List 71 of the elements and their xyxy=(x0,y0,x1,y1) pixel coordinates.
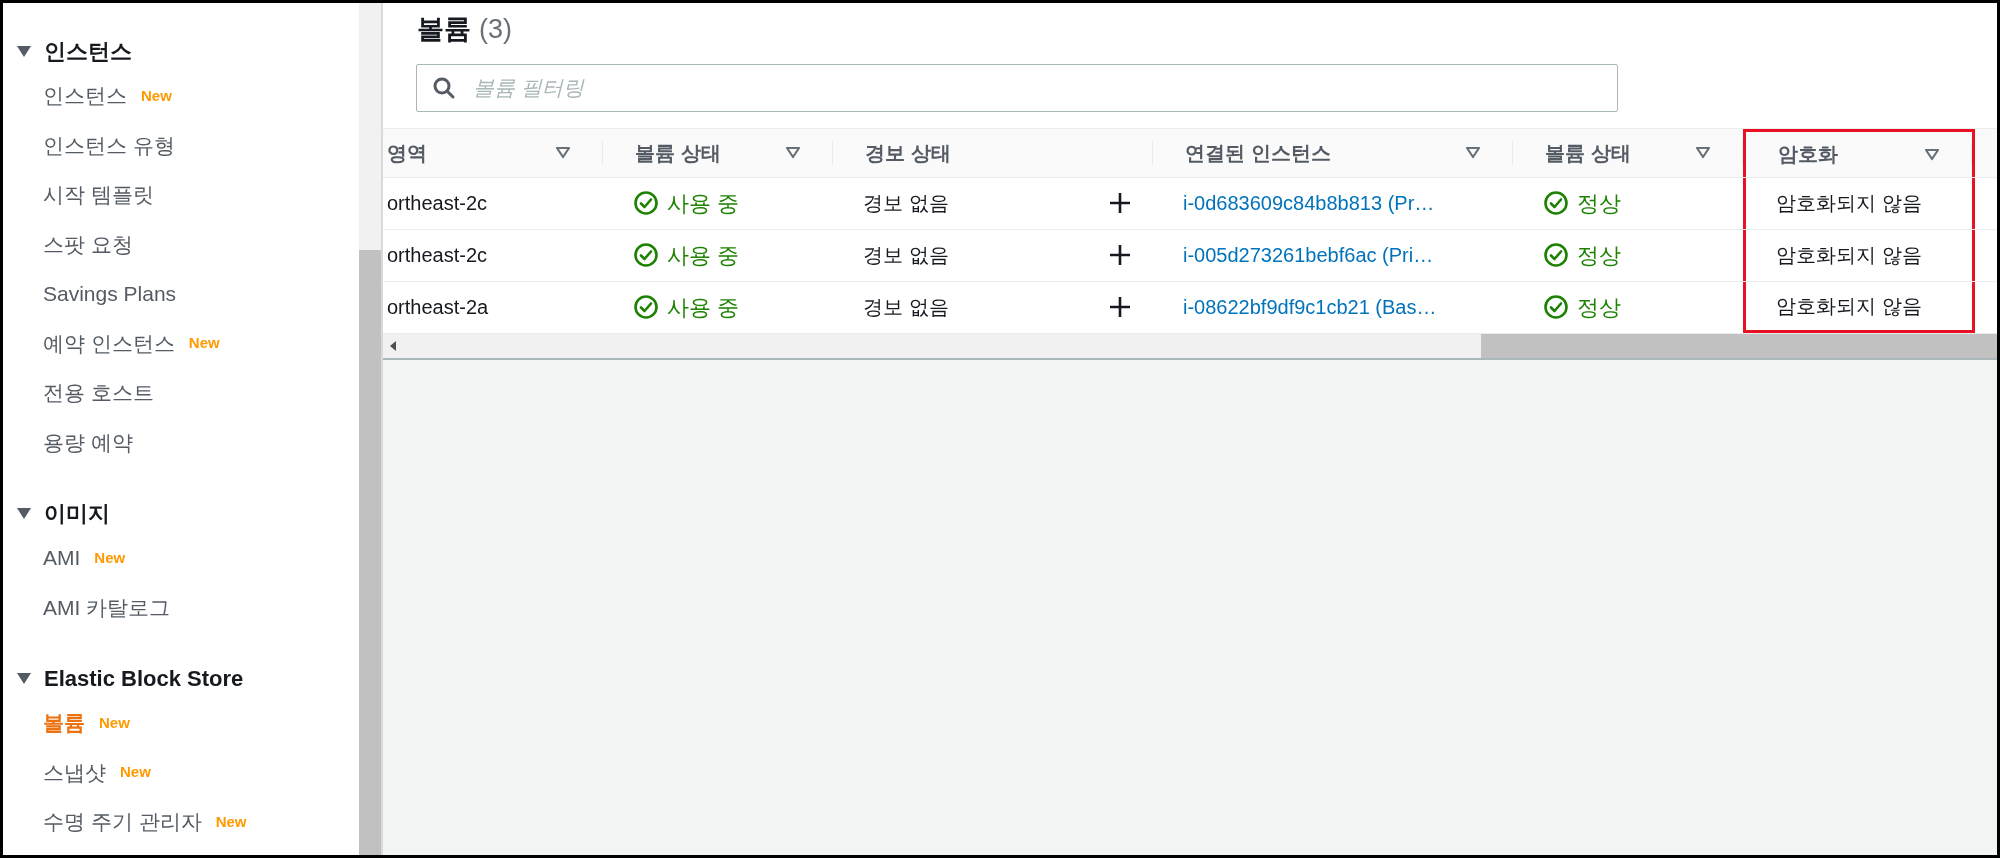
section-header[interactable]: 인스턴스 xyxy=(16,31,359,71)
search-field[interactable]: 볼륨 필터링 xyxy=(416,63,1618,112)
section-header[interactable]: 이미지 xyxy=(16,493,359,533)
search-icon xyxy=(432,75,456,100)
sort-icon[interactable] xyxy=(785,146,801,159)
sort-icon[interactable] xyxy=(555,146,571,159)
nav-item[interactable]: 수명 주기 관리자 New xyxy=(16,797,359,847)
sort-icon[interactable] xyxy=(1695,146,1711,159)
nav-item[interactable]: AMI 카탈로그 xyxy=(16,582,359,632)
plus-icon[interactable] xyxy=(1109,244,1131,266)
column-title: 볼륨 상태 xyxy=(635,140,721,166)
new-label: New xyxy=(99,712,130,733)
nav-item[interactable]: 예약 인스턴스 New xyxy=(16,318,359,368)
instance-link[interactable]: i-0d683609c84b8b813 (Pr… xyxy=(1183,192,1435,214)
sort-icon[interactable] xyxy=(1465,146,1481,159)
table-cell-text: 경보 없음 xyxy=(863,191,949,216)
column-title: 경보 상태 xyxy=(865,140,951,166)
item-count: (3) xyxy=(479,13,512,46)
new-label: New xyxy=(120,762,151,782)
table-cell: ortheast-2a xyxy=(387,296,489,318)
new-label: New xyxy=(94,547,126,568)
new-label: New xyxy=(141,85,172,106)
table-cell: ortheast-2c xyxy=(387,244,488,266)
check-circle-icon xyxy=(1543,190,1569,216)
check-circle-icon xyxy=(633,190,659,216)
plus-icon[interactable] xyxy=(1109,296,1131,318)
page-title: 볼륨 xyxy=(417,13,471,46)
status-text: 사용 중 xyxy=(667,241,740,270)
column-header[interactable]: 연결된 인스턴스 xyxy=(1153,128,1513,177)
nav-item[interactable]: AMI New xyxy=(16,533,359,583)
nav-item[interactable]: 인스턴스 유형 xyxy=(16,120,359,170)
scrollbar-thumb[interactable] xyxy=(359,250,381,855)
nav-item[interactable]: Savings Plans xyxy=(16,269,359,319)
check-circle-icon xyxy=(633,242,659,268)
instance-link[interactable]: i-08622bf9df9c1cb21 (Bas… xyxy=(1183,296,1437,318)
nav-item[interactable]: 시작 템플릿 xyxy=(16,170,359,220)
column-title: 연결된 인스턴스 xyxy=(1185,140,1331,166)
check-circle-icon xyxy=(633,294,659,320)
column-title: 영역 xyxy=(387,140,427,166)
table-cell: 암호화되지 않음 xyxy=(1776,294,1922,317)
status-text: 정상 xyxy=(1577,241,1621,270)
table-cell: ortheast-2c xyxy=(387,192,488,214)
sort-icon[interactable] xyxy=(1924,147,1940,161)
check-circle-icon xyxy=(1543,294,1569,320)
status-text: 사용 중 xyxy=(667,293,740,322)
column-header[interactable]: 볼륨 상태 xyxy=(1513,128,1743,177)
status-text: 정상 xyxy=(1577,293,1621,322)
table-cell: 암호화되지 않음 xyxy=(1776,192,1922,214)
column-title: 암호화 xyxy=(1778,142,1838,167)
new-label: New xyxy=(188,333,220,353)
nav-item[interactable]: 스팟 요청 xyxy=(16,219,359,269)
column-header[interactable]: 볼륨 상태 xyxy=(603,128,833,177)
table-cell: 암호화되지 않음 xyxy=(1776,244,1922,266)
new-label: New xyxy=(215,811,247,832)
nav-item[interactable]: 용량 예약 xyxy=(16,417,359,467)
column-header[interactable]: 경보 상태 xyxy=(833,128,1153,177)
section-header[interactable]: Elastic Block Store xyxy=(16,658,359,698)
column-header[interactable]: 영역 xyxy=(383,128,603,177)
status-text: 정상 xyxy=(1577,189,1621,218)
column-header[interactable]: 암호화 xyxy=(1743,128,1975,177)
nav-item[interactable]: 인스턴스 New xyxy=(16,71,359,121)
table-cell-text: 경보 없음 xyxy=(863,243,949,268)
scrollbar-thumb[interactable] xyxy=(1481,333,1997,358)
check-circle-icon xyxy=(1543,242,1569,268)
status-text: 사용 중 xyxy=(667,189,740,218)
nav-item[interactable]: 스냅샷 New xyxy=(16,747,359,797)
nav-item[interactable]: 전용 호스트 xyxy=(16,368,359,418)
plus-icon[interactable] xyxy=(1109,192,1131,214)
table-cell-text: 경보 없음 xyxy=(863,295,949,320)
column-title: 볼륨 상태 xyxy=(1545,140,1631,166)
instance-link[interactable]: i-005d273261bebf6ac (Pri… xyxy=(1183,244,1434,266)
